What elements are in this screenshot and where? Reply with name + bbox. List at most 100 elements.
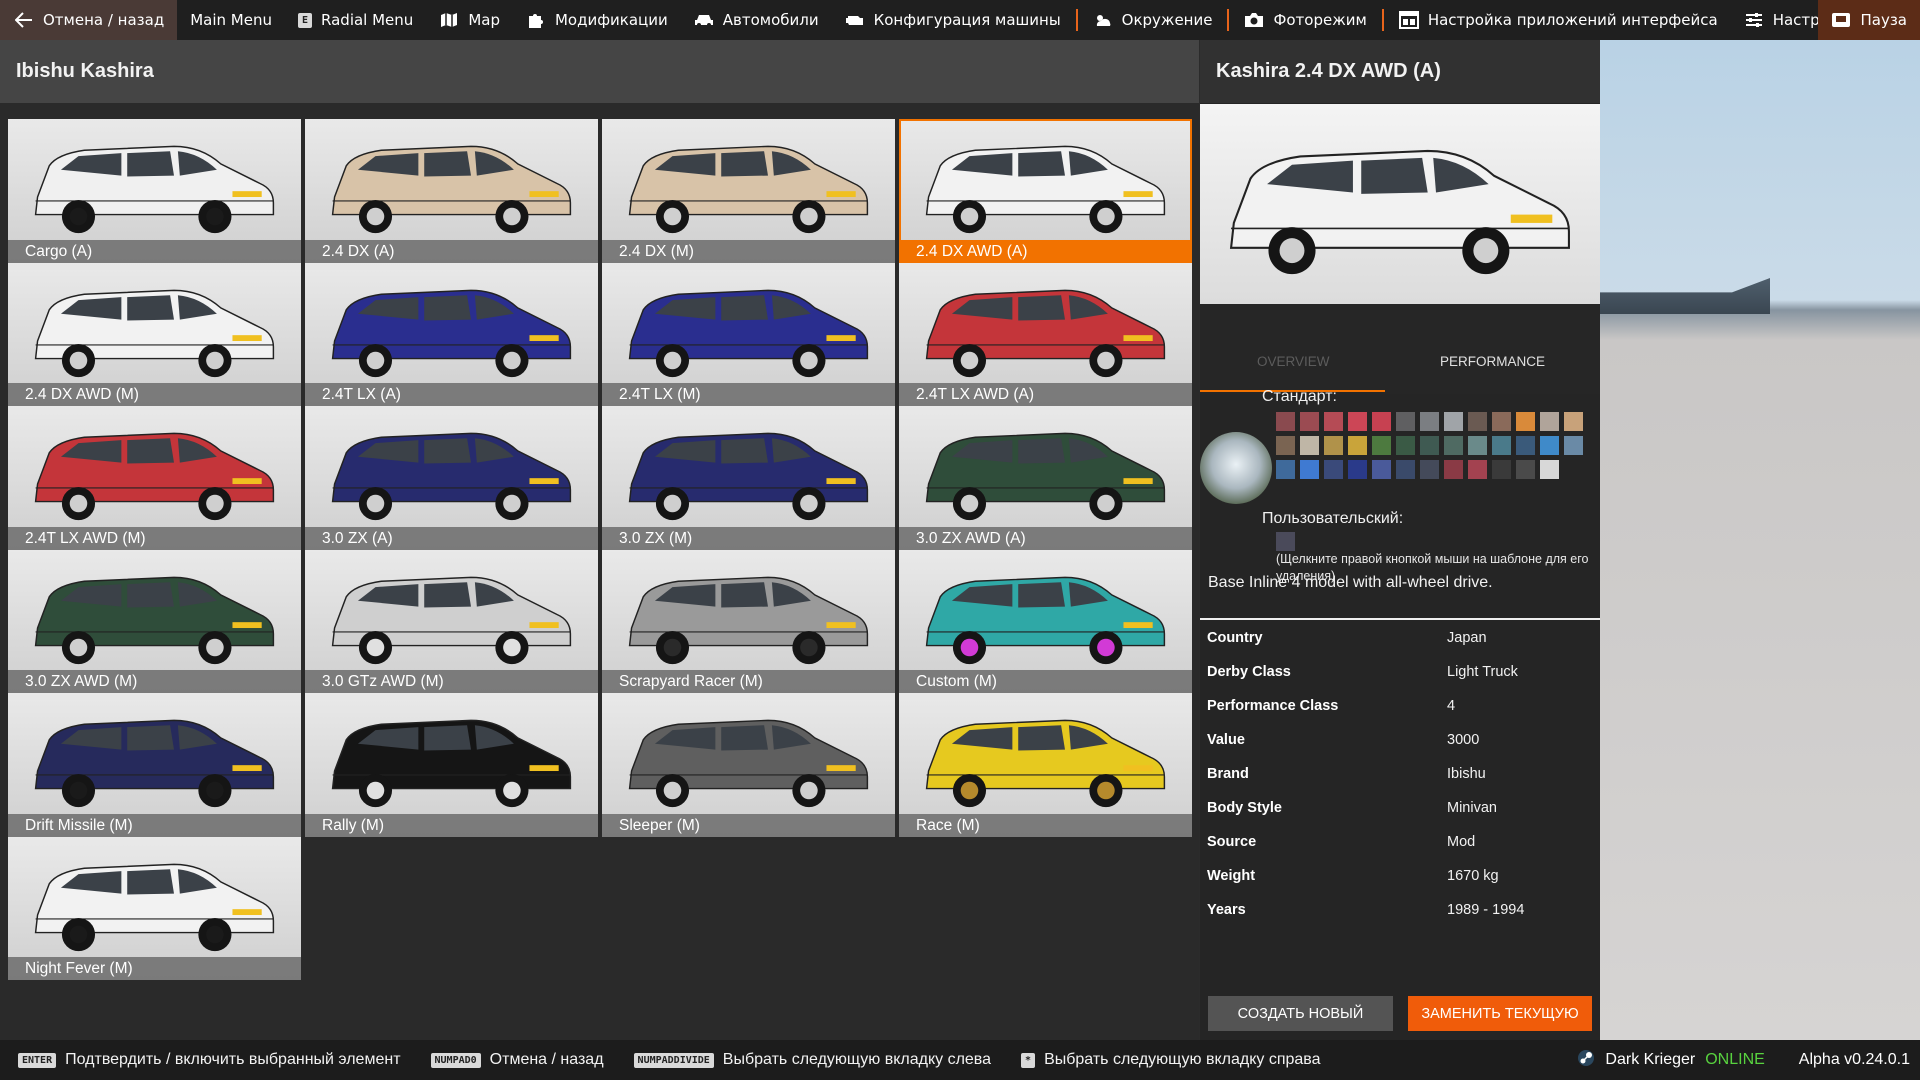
config-tile[interactable]: 3.0 ZX (A) [305,406,598,550]
paint-swatch[interactable] [1468,436,1487,455]
paint-swatch[interactable] [1492,412,1511,431]
config-tile[interactable]: 2.4 DX (A) [305,119,598,263]
paint-swatch[interactable] [1444,412,1463,431]
config-tile[interactable]: 2.4 DX AWD (A) [899,119,1192,263]
back-button[interactable]: Отмена / назад [0,0,178,40]
paint-swatch[interactable] [1372,436,1391,455]
replace-current-button[interactable]: ЗАМЕНИТЬ ТЕКУЩУЮ [1408,996,1592,1031]
confirm-hint-label: Подтвердить / включить выбранный элемент [65,1051,401,1068]
config-tile[interactable]: 2.4T LX AWD (A) [899,262,1192,406]
vehicles-button[interactable]: Автомобили [681,0,832,40]
game-viewport[interactable] [1600,40,1920,1040]
paint-swatch[interactable] [1324,436,1343,455]
paint-swatch[interactable] [1348,412,1367,431]
paint-swatch[interactable] [1540,436,1559,455]
environment-label: Окружение [1121,11,1213,29]
paint-swatch[interactable] [1276,532,1295,551]
vehicle-thumbnail [331,432,572,521]
config-tile[interactable]: 2.4 DX (M) [602,119,895,263]
spec-row: Country Japan [1200,622,1600,656]
background-building [1600,278,1770,314]
paint-swatch[interactable] [1468,412,1487,431]
paint-swatch[interactable] [1420,412,1439,431]
config-tile[interactable]: 3.0 GTz AWD (M) [305,549,598,693]
paint-swatch[interactable] [1276,460,1295,479]
spec-key: Source [1207,834,1257,850]
config-tile[interactable]: 3.0 ZX AWD (A) [899,406,1192,550]
paint-swatch[interactable] [1396,412,1415,431]
paint-swatch[interactable] [1564,412,1583,431]
vehicle-thumbnail [628,432,869,521]
paint-swatch[interactable] [1372,460,1391,479]
paint-swatch[interactable] [1300,436,1319,455]
main-menu-button[interactable]: Main Menu [177,0,285,40]
spawn-new-button[interactable]: СОЗДАТЬ НОВЫЙ [1208,996,1393,1031]
config-tile[interactable]: 3.0 ZX AWD (M) [8,549,301,693]
config-tile[interactable]: 3.0 ZX (M) [602,406,895,550]
paint-swatch[interactable] [1324,412,1343,431]
vehicle-config-label: Конфигурация машины [873,11,1061,29]
pause-button[interactable]: Пауза [1818,0,1920,40]
config-tile[interactable]: Scrapyard Racer (M) [602,549,895,693]
paint-swatch[interactable] [1348,436,1367,455]
config-tile[interactable]: 2.4T LX AWD (M) [8,406,301,550]
config-tile[interactable]: Sleeper (M) [602,693,895,837]
config-tile-label: Cargo (A) [8,239,301,263]
config-tile[interactable]: Rally (M) [305,693,598,837]
spec-row: Performance Class 4 [1200,690,1600,724]
paint-swatch[interactable] [1492,460,1511,479]
config-tile[interactable]: Cargo (A) [8,119,301,263]
map-button[interactable]: Map [426,0,513,40]
paint-swatch[interactable] [1420,460,1439,479]
tab-performance[interactable]: PERFORMANCE [1440,354,1545,369]
config-tile[interactable]: 2.4T LX (M) [602,262,895,406]
paint-swatch[interactable] [1276,436,1295,455]
vehicle-preview-image [1200,104,1600,304]
ui-apps-button[interactable]: Настройка приложений интерфейса [1386,0,1731,40]
custom-paint-swatches [1276,532,1596,551]
bottom-hint-bar: ENTER Подтвердить / включить выбранный э… [0,1040,1920,1080]
vehicle-config-button[interactable]: Конфигурация машины [832,0,1074,40]
paint-swatch[interactable] [1324,460,1343,479]
ui-apps-icon [1398,11,1419,29]
detail-tabs: OVERVIEW PERFORMANCE [1200,304,1600,394]
paint-swatch[interactable] [1396,436,1415,455]
paint-swatch[interactable] [1300,460,1319,479]
mods-button[interactable]: Модификации [513,0,681,40]
paint-swatch[interactable] [1372,412,1391,431]
radial-menu-button[interactable]: E Radial Menu [285,0,426,40]
paint-swatch[interactable] [1468,460,1487,479]
paint-swatch[interactable] [1444,460,1463,479]
spec-value: Minivan [1447,800,1497,816]
paint-swatch[interactable] [1492,436,1511,455]
vehicle-thumbnail [628,719,869,808]
paint-swatch[interactable] [1300,412,1319,431]
photo-mode-button[interactable]: Фоторежим [1231,0,1379,40]
tab-overview[interactable]: OVERVIEW [1257,354,1330,369]
paint-swatch[interactable] [1564,436,1583,455]
paint-swatch[interactable] [1540,460,1559,479]
config-tile[interactable]: Drift Missile (M) [8,693,301,837]
paint-swatch[interactable] [1516,436,1535,455]
paint-swatch[interactable] [1348,460,1367,479]
spec-key: Years [1207,902,1246,918]
config-tile-label: 2.4 DX AWD (M) [8,383,301,406]
paint-swatch[interactable] [1420,436,1439,455]
config-description: Base Inline 4 model with all-wheel drive… [1208,574,1493,591]
config-tile[interactable]: 2.4 DX AWD (M) [8,262,301,406]
prev-tab-hint: NUMPADDIVIDE Выбрать следующую вкладку с… [633,1051,991,1069]
config-tile[interactable]: 2.4T LX (A) [305,262,598,406]
paint-swatch[interactable] [1444,436,1463,455]
config-tile-label: 3.0 ZX AWD (M) [8,670,301,693]
paint-swatch[interactable] [1396,460,1415,479]
config-tile[interactable]: Custom (M) [899,549,1192,693]
config-tile[interactable]: Race (M) [899,693,1192,837]
paint-swatch[interactable] [1516,412,1535,431]
environment-button[interactable]: Окружение [1080,0,1226,40]
config-tile[interactable]: Night Fever (M) [8,836,301,980]
puzzle-icon [526,11,546,29]
paint-swatch[interactable] [1516,460,1535,479]
paint-swatch[interactable] [1276,412,1295,431]
paint-swatch[interactable] [1540,412,1559,431]
vehicle-thumbnail [331,145,572,234]
